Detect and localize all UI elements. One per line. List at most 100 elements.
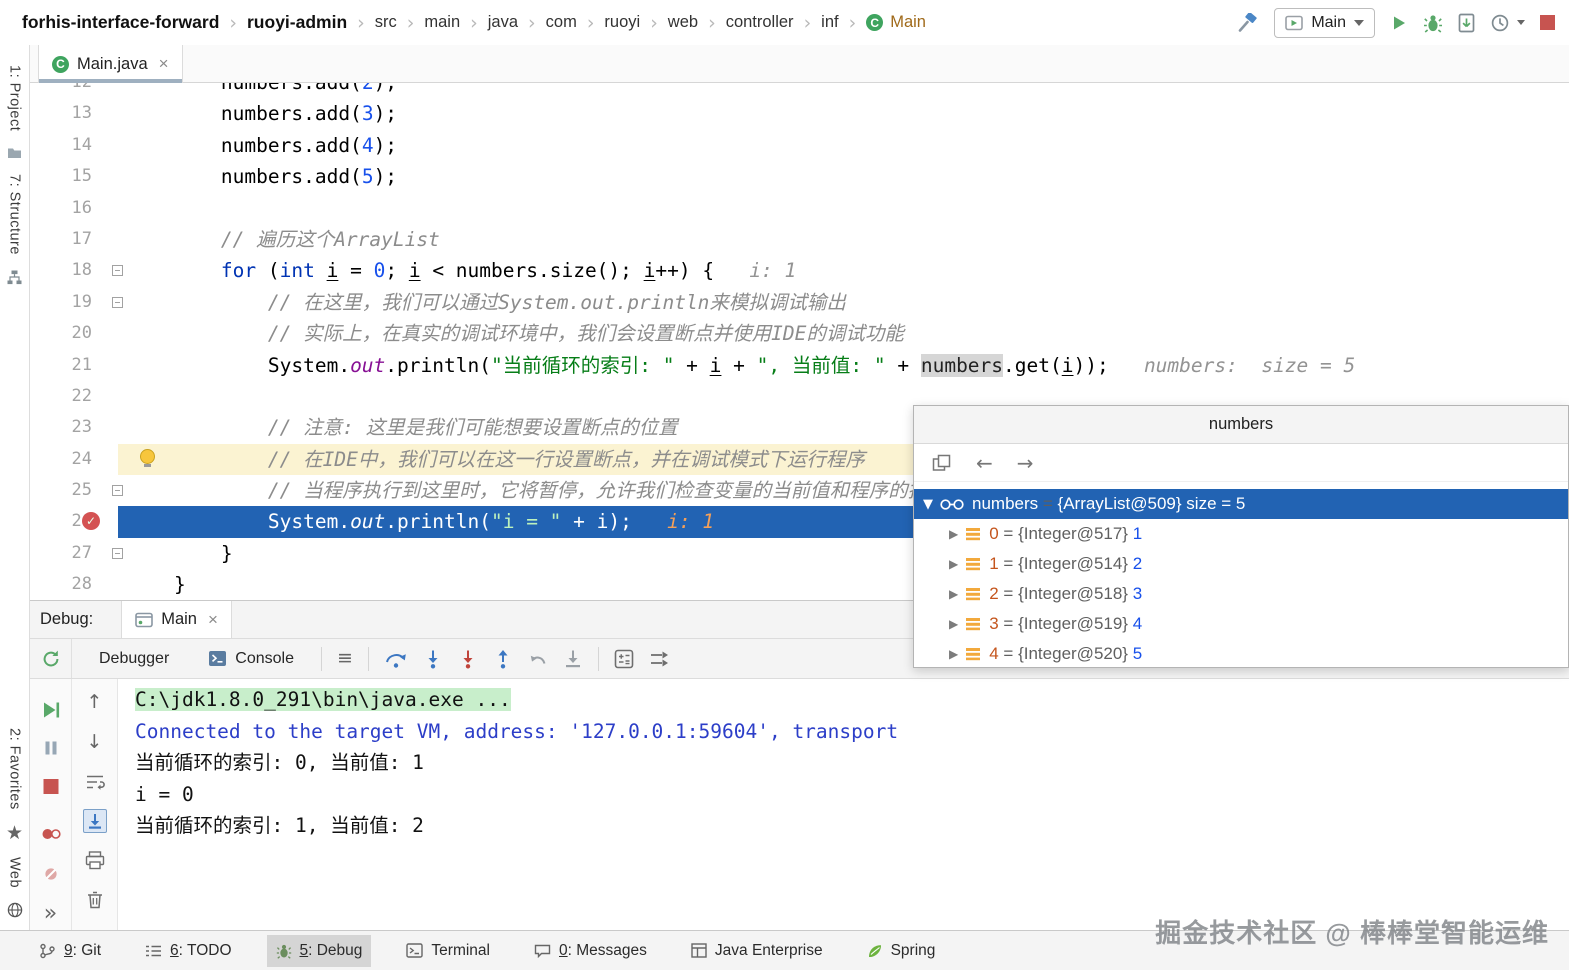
arrow-up-button[interactable]: ↑ [87, 693, 103, 712]
variable-row-index-2[interactable]: ▶ 2 = {Integer@518} 3 [914, 579, 1568, 609]
add-watch-button[interactable] [932, 454, 952, 472]
line-number[interactable]: 12 [30, 83, 92, 98]
fold-marker-icon[interactable] [112, 547, 123, 559]
breadcrumb-item-main[interactable]: main [424, 13, 460, 32]
statusbar-item-spring[interactable]: Spring [858, 935, 945, 967]
breadcrumb-item-controller[interactable]: controller [726, 13, 794, 32]
line-number[interactable]: 15 [30, 161, 92, 192]
build-hammer-icon[interactable] [1237, 12, 1259, 33]
tool-window-button-2-favorites[interactable]: 2: Favorites [7, 728, 23, 810]
chevron-collapsed-icon[interactable]: ▶ [949, 617, 958, 631]
code-line-17[interactable]: 17 // 遍历这个ArrayList [30, 224, 1569, 255]
pause-button[interactable] [43, 740, 59, 756]
profiler-button[interactable] [1490, 13, 1510, 33]
breadcrumb-item-com[interactable]: com [546, 13, 577, 32]
breadcrumb-item-java[interactable]: java [488, 13, 518, 32]
code-line-18[interactable]: 18 for (int i = 0; i < numbers.size(); i… [30, 255, 1569, 286]
close-icon[interactable]: × [208, 610, 218, 630]
line-number[interactable]: 27 [30, 538, 92, 569]
console-line[interactable]: 当前循环的索引: 1, 当前值: 2 [135, 810, 1569, 842]
line-number[interactable]: 23 [30, 412, 92, 443]
code-line-15[interactable]: 15 numbers.add(5); [30, 161, 1569, 192]
console-line[interactable]: C:\jdk1.8.0_291\bin\java.exe ... [135, 684, 1569, 716]
chevron-expanded-icon[interactable]: ▼ [923, 497, 933, 512]
statusbar-item-9-git[interactable]: 9: Git [30, 935, 110, 967]
line-number[interactable]: 20 [30, 318, 92, 349]
statusbar-item-0-messages[interactable]: 0: Messages [525, 935, 656, 967]
code-line-16[interactable]: 16 [30, 193, 1569, 224]
soft-wrap-button[interactable] [85, 773, 105, 791]
stop-red-button[interactable] [43, 779, 58, 794]
breadcrumb-item-ruoyi[interactable]: ruoyi [604, 13, 640, 32]
code-line-13[interactable]: 13 numbers.add(3); [30, 98, 1569, 129]
code-line-12[interactable]: 12 numbers.add(2); [30, 83, 1569, 98]
console-line[interactable]: 当前循环的索引: 0, 当前值: 1 [135, 747, 1569, 779]
tool-window-button-1-project[interactable]: 1: Project [7, 65, 23, 131]
resume-button[interactable] [41, 701, 60, 719]
breadcrumb-item-forhis-interface-forward[interactable]: forhis-interface-forward [22, 12, 219, 33]
debug-button[interactable] [1423, 13, 1443, 33]
layout-settings-icon[interactable]: ≡ [337, 649, 353, 668]
view-tab-console[interactable]: Console [196, 639, 306, 678]
back-button[interactable]: ← [976, 453, 993, 473]
line-number[interactable]: 14 [30, 130, 92, 161]
line-number[interactable]: 22 [30, 381, 92, 412]
trace-button[interactable] [649, 650, 670, 668]
rerun-icon[interactable] [41, 649, 61, 669]
line-number[interactable]: 21 [30, 350, 92, 381]
line-number[interactable]: 19 [30, 287, 92, 318]
statusbar-item-5-debug[interactable]: 5: Debug [266, 934, 372, 967]
line-number[interactable]: 17 [30, 224, 92, 255]
tool-window-button-7-structure[interactable]: 7: Structure [7, 174, 23, 255]
stop-button[interactable] [1540, 15, 1555, 30]
chevron-collapsed-icon[interactable]: ▶ [949, 527, 958, 541]
structure-icon[interactable] [7, 270, 22, 285]
arrow-down-button[interactable]: ↓ [87, 733, 103, 752]
fold-marker-icon[interactable] [112, 265, 123, 277]
globe-icon[interactable] [7, 902, 23, 918]
line-number[interactable]: 13 [30, 98, 92, 129]
variable-row-index-3[interactable]: ▶ 3 = {Integer@519} 4 [914, 609, 1568, 639]
close-icon[interactable]: × [159, 54, 169, 74]
print-button[interactable] [85, 851, 105, 870]
breadcrumb-item-ruoyi-admin[interactable]: ruoyi-admin [247, 12, 347, 33]
chevron-collapsed-icon[interactable]: ▶ [949, 587, 958, 601]
variable-row-index-4[interactable]: ▶ 4 = {Integer@520} 5 [914, 639, 1568, 669]
code-line-21[interactable]: 21 System.out.println("当前循环的索引: " + i + … [30, 350, 1569, 381]
breadcrumb-item-web[interactable]: web [668, 13, 698, 32]
console-line[interactable]: i = 0 [135, 779, 1569, 811]
line-number[interactable]: 18 [30, 255, 92, 286]
fold-marker-icon[interactable] [112, 296, 123, 308]
chevron-collapsed-icon[interactable]: ▶ [949, 647, 958, 661]
code-line-20[interactable]: 20 // 实际上，在真实的调试环境中，我们会设置断点并使用IDE的调试功能 [30, 318, 1569, 349]
scroll-to-end-button[interactable] [82, 809, 107, 833]
console-output[interactable]: C:\jdk1.8.0_291\bin\java.exe ... Connecte… [118, 679, 1569, 930]
view-breakpoints-button[interactable] [41, 826, 61, 842]
step-out-button[interactable] [493, 649, 513, 669]
debug-session-tab[interactable]: Main × [121, 601, 232, 638]
statusbar-item-terminal[interactable]: Terminal [397, 935, 499, 967]
run-with-coverage-button[interactable] [1458, 13, 1475, 33]
view-tab-debugger[interactable]: Debugger [87, 639, 181, 678]
breakpoint-icon[interactable]: ✓ [82, 512, 100, 531]
folder-icon[interactable] [7, 146, 22, 159]
variable-row-index-1[interactable]: ▶ 1 = {Integer@514} 2 [914, 549, 1568, 579]
breadcrumb-item-inf[interactable]: inf [821, 13, 838, 32]
line-number[interactable]: 25 [30, 475, 92, 506]
mute-breakpoints-button[interactable] [42, 866, 60, 882]
run-config-selector[interactable]: Main [1274, 7, 1375, 38]
line-number[interactable]: 16 [30, 193, 92, 224]
editor-tab-main-java[interactable]: C Main.java × [38, 45, 183, 83]
line-number[interactable]: 28 [30, 569, 92, 600]
statusbar-item-6-todo[interactable]: 6: TODO [136, 935, 240, 967]
console-line[interactable]: Connected to the target VM, address: '12… [135, 716, 1569, 748]
breadcrumb-class-main[interactable]: C Main [866, 13, 926, 32]
fold-marker-icon[interactable] [112, 485, 123, 497]
chevron-collapsed-icon[interactable]: ▶ [949, 557, 958, 571]
more-button[interactable]: » [44, 903, 57, 925]
force-step-into-button[interactable] [458, 649, 478, 669]
clear-trash-button[interactable] [87, 891, 103, 909]
drop-frame-button[interactable] [528, 650, 548, 668]
star-icon[interactable]: ★ [6, 823, 23, 843]
code-line-14[interactable]: 14 numbers.add(4); [30, 130, 1569, 161]
